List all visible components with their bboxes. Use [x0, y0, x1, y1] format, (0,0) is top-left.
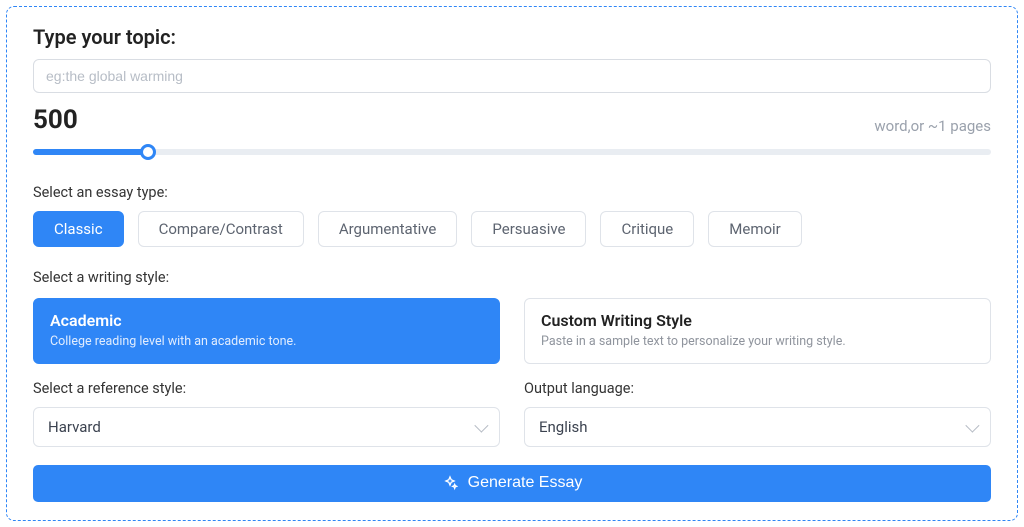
writing-style-option[interactable]: Custom Writing Style Paste in a sample te… [524, 298, 991, 364]
generate-essay-label: Generate Essay [468, 474, 583, 492]
word-count-note: word,or ~1 pages [874, 117, 991, 135]
word-count-slider[interactable] [33, 143, 991, 162]
sparkle-icon [442, 475, 458, 491]
slider-fill [33, 149, 148, 155]
essay-type-label: Select an essay type: [33, 184, 991, 201]
output-language-select[interactable]: English [524, 407, 991, 447]
topic-input[interactable] [33, 59, 991, 93]
word-count-value: 500 [33, 105, 78, 135]
essay-type-options: Classic Compare/Contrast Argumentative Pers… [33, 211, 991, 247]
reference-style-select[interactable]: Harvard [33, 407, 500, 447]
topic-label: Type your topic: [33, 25, 991, 49]
writing-style-title: Academic [50, 311, 483, 330]
chevron-down-icon [474, 418, 488, 432]
essay-type-option[interactable]: Classic [33, 211, 124, 247]
essay-type-option[interactable]: Critique [600, 211, 694, 247]
reference-style-value: Harvard [48, 418, 101, 436]
essay-type-option[interactable]: Memoir [708, 211, 802, 247]
writing-style-option[interactable]: Academic College reading level with an ac… [33, 298, 500, 364]
writing-style-title: Custom Writing Style [541, 311, 974, 330]
slider-track [33, 149, 991, 155]
chevron-down-icon [965, 418, 979, 432]
writing-style-label: Select a writing style: [33, 269, 991, 286]
essay-type-option[interactable]: Persuasive [471, 211, 586, 247]
output-language-value: English [539, 418, 588, 436]
output-language-label: Output language: [524, 380, 991, 397]
slider-thumb[interactable] [140, 144, 156, 160]
writing-style-sub: College reading level with an academic t… [50, 334, 483, 349]
essay-type-option[interactable]: Compare/Contrast [138, 211, 304, 247]
writing-style-options: Academic College reading level with an ac… [33, 298, 991, 364]
essay-config-panel: Type your topic: 500 word,or ~1 pages Se… [6, 6, 1018, 521]
essay-type-option[interactable]: Argumentative [318, 211, 458, 247]
reference-style-label: Select a reference style: [33, 380, 500, 397]
generate-essay-button[interactable]: Generate Essay [33, 465, 991, 502]
writing-style-sub: Paste in a sample text to personalize yo… [541, 334, 974, 349]
